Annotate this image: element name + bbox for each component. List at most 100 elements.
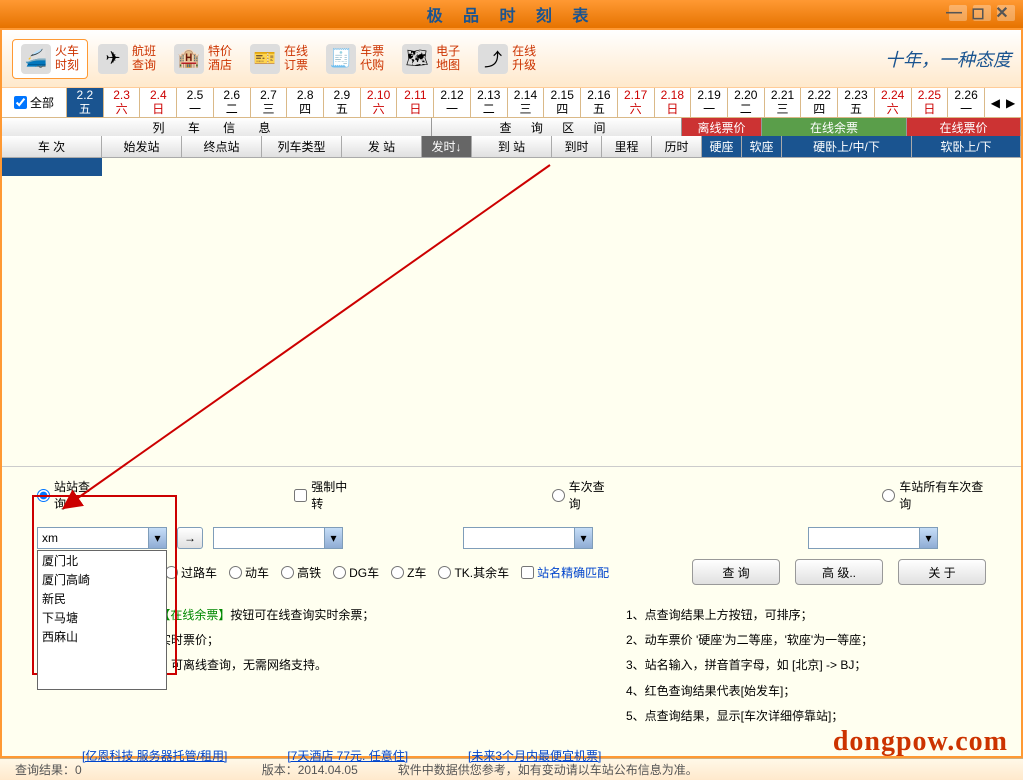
radio-hsr[interactable]: 高铁 (281, 564, 321, 581)
column-header[interactable]: 里程 (602, 136, 652, 157)
dropdown-item[interactable]: 西麻山 (38, 627, 166, 646)
dropdown-icon[interactable]: ▾ (148, 528, 166, 548)
toolbar-btn-4[interactable]: 🧾车票代购 (318, 40, 392, 78)
date-cell[interactable]: 2.4日 (140, 88, 177, 117)
date-cell[interactable]: 2.2五 (67, 88, 104, 117)
date-cell[interactable]: 2.26一 (948, 88, 985, 117)
title-bar: 极 品 时 刻 表 — ◻ ✕ (0, 0, 1023, 28)
train-number-combo[interactable]: ▾ (463, 527, 593, 549)
date-cell[interactable]: 2.21三 (765, 88, 802, 117)
date-cell[interactable]: 2.3六 (104, 88, 141, 117)
date-cell[interactable]: 2.19一 (691, 88, 728, 117)
selected-cell[interactable] (2, 158, 102, 176)
date-cell[interactable]: 2.8四 (287, 88, 324, 117)
dropdown-item[interactable]: 新民 (38, 589, 166, 608)
toolbar-btn-3[interactable]: 🎫在线订票 (242, 40, 316, 78)
minimize-button[interactable]: — (949, 5, 967, 21)
column-header[interactable]: 列车类型 (262, 136, 342, 157)
column-header[interactable]: 硬卧上/中/下 (782, 136, 912, 157)
radio-station-all-trains[interactable]: 车站所有车次查询 (882, 478, 986, 512)
to-station-input[interactable] (214, 528, 324, 548)
date-cell[interactable]: 2.11日 (397, 88, 434, 117)
close-button[interactable]: ✕ (997, 5, 1015, 21)
advanced-button[interactable]: 高 级.. (795, 559, 883, 585)
date-cell[interactable]: 2.20二 (728, 88, 765, 117)
date-cell[interactable]: 2.24六 (875, 88, 912, 117)
all-dates-check[interactable]: 全部 (2, 88, 67, 117)
column-header[interactable]: 到 站 (472, 136, 552, 157)
group-online-remain[interactable]: 在线余票 (762, 118, 907, 136)
date-cell[interactable]: 2.17六 (618, 88, 655, 117)
date-cell[interactable]: 2.25日 (912, 88, 949, 117)
dropdown-icon[interactable]: ▾ (919, 528, 937, 548)
date-next-button[interactable]: ▶ (1004, 96, 1017, 110)
column-header[interactable]: 终点站 (182, 136, 262, 157)
date-cell[interactable]: 2.12一 (434, 88, 471, 117)
column-header[interactable]: 发 站 (342, 136, 422, 157)
swap-button[interactable]: → (177, 527, 203, 549)
about-button[interactable]: 关 于 (898, 559, 986, 585)
from-station-input[interactable] (38, 528, 148, 548)
date-cell[interactable]: 2.6二 (214, 88, 251, 117)
date-cell[interactable]: 2.5一 (177, 88, 214, 117)
toolbar-btn-5[interactable]: 🗺电子地图 (394, 40, 468, 78)
radio-z[interactable]: Z车 (391, 564, 426, 581)
table-row[interactable] (2, 158, 1021, 176)
toolbar-btn-6[interactable]: ⤴在线升级 (470, 40, 544, 78)
tip-line: 4、红色查询结果代表[始发车]； (626, 682, 986, 701)
date-cell[interactable]: 2.10六 (361, 88, 398, 117)
date-cell[interactable]: 2.23五 (838, 88, 875, 117)
date-cell[interactable]: 2.16五 (581, 88, 618, 117)
dropdown-item[interactable]: 厦门北 (38, 551, 166, 570)
from-station-combo[interactable]: ▾ 厦门北厦门高崎新民下马塘西麻山 (37, 527, 167, 549)
link-flight[interactable]: [未来3个月内最便宜机票] (468, 747, 601, 764)
column-header[interactable]: 始发站 (102, 136, 182, 157)
date-prev-button[interactable]: ◀ (989, 96, 1002, 110)
group-query-range: 查 询 区 间 (432, 118, 682, 136)
column-header[interactable]: 软座 (742, 136, 782, 157)
dropdown-item[interactable]: 厦门高崎 (38, 570, 166, 589)
link-hotel[interactable]: [7天酒店 77元. 任意住] (287, 747, 408, 764)
radio-train-query[interactable]: 车次查询 (552, 478, 612, 512)
train-number-input[interactable] (464, 528, 574, 548)
radio-pass[interactable]: 过路车 (165, 564, 217, 581)
radio-tk[interactable]: TK.其余车 (438, 564, 509, 581)
toolbar-btn-1[interactable]: ✈航班查询 (90, 40, 164, 78)
date-cell[interactable]: 2.7三 (251, 88, 288, 117)
dropdown-icon[interactable]: ▾ (574, 528, 592, 548)
group-offline-price[interactable]: 离线票价 (682, 118, 762, 136)
link-hosting[interactable]: [亿恩科技 服务器托管/租用] (82, 747, 227, 764)
single-station-input[interactable] (809, 528, 919, 548)
dropdown-icon[interactable]: ▾ (324, 528, 342, 548)
date-cell[interactable]: 2.15四 (544, 88, 581, 117)
check-exact-match[interactable]: 站名精确匹配 (521, 564, 609, 581)
group-online-price[interactable]: 在线票价 (907, 118, 1021, 136)
to-station-combo[interactable]: ▾ (213, 527, 343, 549)
column-header[interactable]: 到时 (552, 136, 602, 157)
station-dropdown[interactable]: 厦门北厦门高崎新民下马塘西麻山 (37, 550, 167, 690)
date-cell[interactable]: 2.14三 (508, 88, 545, 117)
column-header[interactable]: 车 次 (2, 136, 102, 157)
radio-emu[interactable]: 动车 (229, 564, 269, 581)
search-button[interactable]: 查 询 (692, 559, 780, 585)
toolbar-icon: 🗺 (402, 44, 432, 74)
radio-dg[interactable]: DG车 (333, 564, 379, 581)
column-header[interactable]: 发时↓ (422, 136, 472, 157)
single-station-combo[interactable]: ▾ (808, 527, 938, 549)
maximize-button[interactable]: ◻ (973, 5, 991, 21)
check-force-transfer[interactable]: 强制中转 (294, 478, 354, 512)
all-dates-checkbox[interactable] (14, 96, 27, 109)
radio-station-query[interactable]: 站站查询 (37, 478, 97, 512)
toolbar-icon: 🎫 (250, 44, 280, 74)
result-table[interactable] (2, 158, 1021, 466)
toolbar-btn-0[interactable]: 🚄火车时刻 (12, 39, 88, 79)
column-header[interactable]: 软卧上/下 (912, 136, 1021, 157)
dropdown-item[interactable]: 下马塘 (38, 608, 166, 627)
column-header[interactable]: 历时 (652, 136, 702, 157)
date-cell[interactable]: 2.22四 (801, 88, 838, 117)
date-cell[interactable]: 2.13二 (471, 88, 508, 117)
date-cell[interactable]: 2.9五 (324, 88, 361, 117)
date-cell[interactable]: 2.18日 (655, 88, 692, 117)
toolbar-btn-2[interactable]: 🏨特价酒店 (166, 40, 240, 78)
column-header[interactable]: 硬座 (702, 136, 742, 157)
